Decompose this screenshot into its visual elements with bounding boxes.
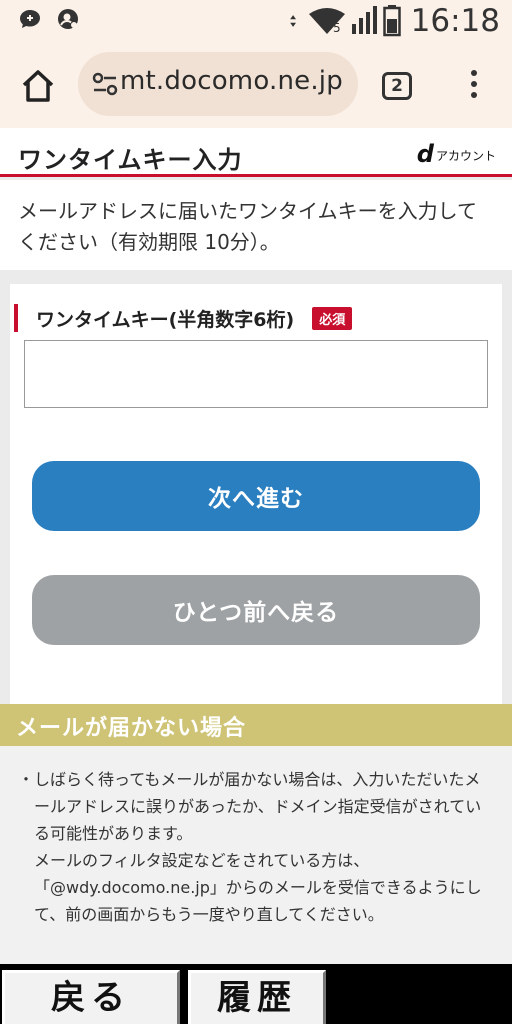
home-icon[interactable]: [16, 64, 60, 108]
address-bar[interactable]: mt.docomo.ne.jp: [78, 52, 358, 116]
url-text: mt.docomo.ne.jp: [120, 66, 343, 96]
tab-switcher-button[interactable]: 2: [382, 72, 412, 100]
required-badge: 必須: [312, 306, 353, 330]
signal-icon: [351, 6, 377, 34]
page-title: ワンタイムキー入力: [18, 146, 243, 174]
field-label-row: ワンタイムキー(半角数字6桁) 必須: [14, 304, 353, 332]
browser-toolbar: mt.docomo.ne.jp 2: [0, 42, 512, 128]
otp-form: ワンタイムキー(半角数字6桁) 必須 次へ進む ひとつ前へ戻る: [10, 284, 502, 704]
account-notification-icon: [58, 9, 78, 29]
data-transfer-icon: [289, 15, 296, 27]
clock: 16:18: [410, 3, 500, 39]
notice-header: メールが届かない場合: [0, 704, 512, 746]
status-bar: 5 16:18: [0, 0, 512, 42]
otp-field-label: ワンタイムキー(半角数字6桁): [36, 308, 295, 331]
web-page: ワンタイムキー入力 d アカウント メールアドレスに届いたワンタイムキーを入力し…: [0, 128, 512, 964]
notice-title: メールが届かない場合: [16, 716, 247, 741]
notice-body: ・ しばらく待ってもメールが届かない場合は、入力いただいたメールアドレスに誤りが…: [0, 746, 512, 964]
back-button[interactable]: ひとつ前へ戻る: [32, 575, 480, 645]
network-badge: 5: [333, 21, 341, 35]
battery-icon: [382, 5, 401, 37]
notice-bullet: ・: [18, 770, 35, 789]
bottom-nav: 戻る 履歴: [0, 964, 512, 1024]
notice-line-2: メールのフィルタ設定などをされている方は、「@wdy.docomo.ne.jp」…: [34, 851, 482, 924]
chat-icon: [20, 10, 40, 28]
otp-input[interactable]: [24, 340, 488, 408]
logo-text: アカウント: [435, 149, 496, 163]
notice-line-1: しばらく待ってもメールが届かない場合は、入力いただいたメールアドレスに誤りがあっ…: [34, 770, 482, 843]
next-button[interactable]: 次へ進む: [32, 461, 480, 531]
page-header: ワンタイムキー入力 d アカウント: [0, 128, 512, 177]
site-settings-icon[interactable]: [92, 72, 118, 96]
intro-text: メールアドレスに届いたワンタイムキーを入力してください（有効期限 10分）。: [0, 180, 512, 270]
d-logo-mark: d: [416, 140, 434, 168]
wifi-icon: 5: [308, 8, 345, 35]
nav-back-button[interactable]: 戻る: [2, 970, 180, 1024]
more-vert-icon[interactable]: [464, 66, 484, 106]
d-account-logo[interactable]: d アカウント: [416, 140, 496, 168]
nav-history-button[interactable]: 履歴: [188, 970, 326, 1024]
